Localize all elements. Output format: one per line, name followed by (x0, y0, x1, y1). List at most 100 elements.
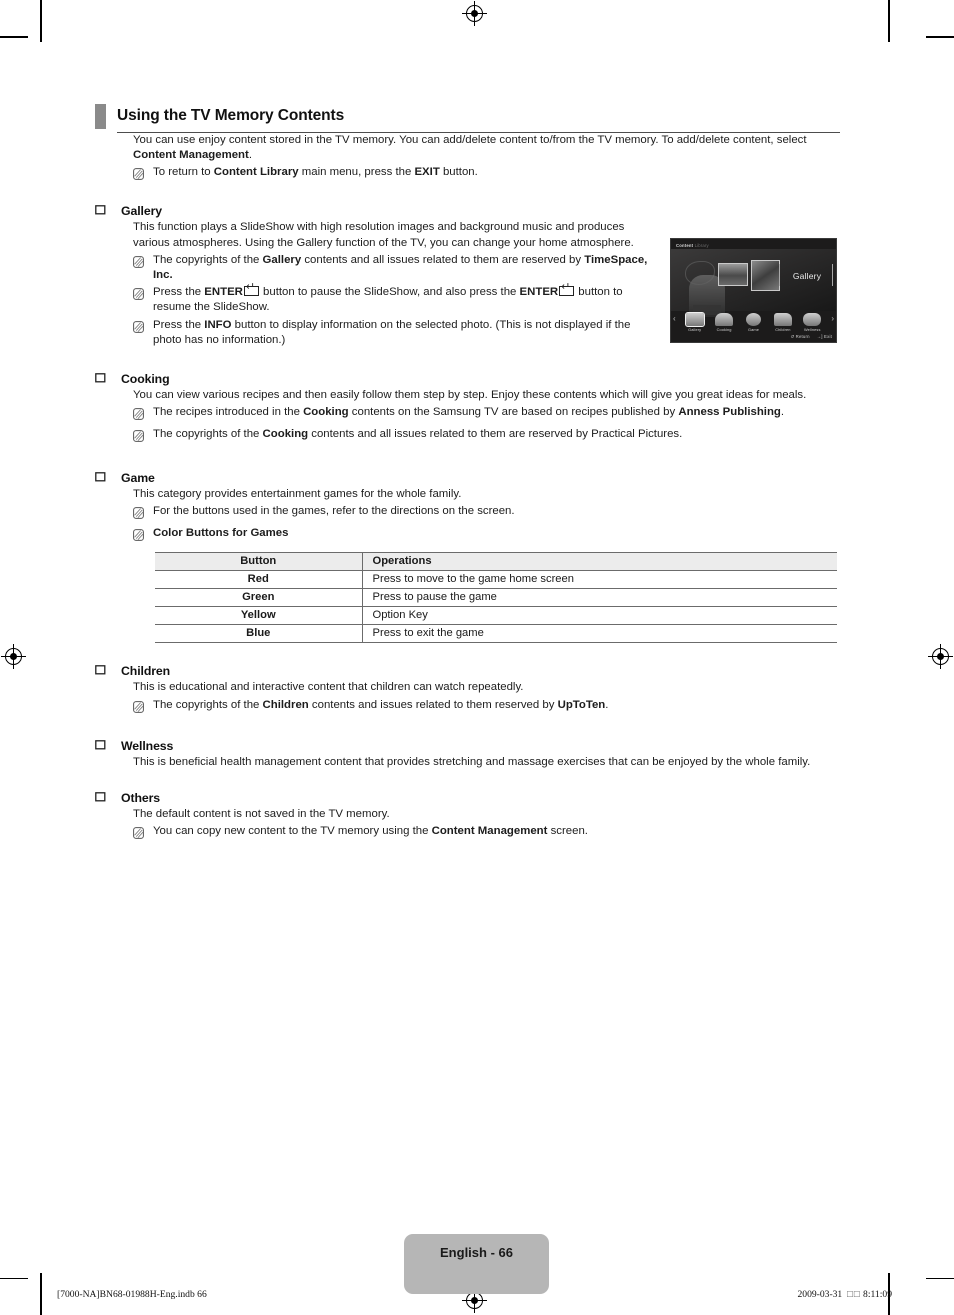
intro-text-after: . (248, 149, 252, 162)
intro-bold-term: Content Management (133, 149, 249, 162)
intro-paragraph: You can use enjoy content stored in the … (133, 133, 840, 163)
gallery-note3-a: Press the (153, 318, 205, 331)
gallery-note1-a: The copyrights of the (153, 253, 263, 266)
game-body: This category provides entertainment gam… (133, 488, 462, 501)
gallery-note-1: The copyrights of the Gallery contents a… (133, 253, 657, 283)
intro-text-before: You can use enjoy content stored in the … (133, 134, 807, 146)
children-note1-b2: UpToTen (557, 698, 606, 711)
table-cell-operation: Option Key (362, 606, 837, 626)
square-bullet-icon (95, 737, 121, 755)
cooking-note1-b1: Cooking (303, 406, 349, 419)
enter-key-icon (559, 282, 575, 297)
gallery-note-1-text: The copyrights of the Gallery contents a… (153, 253, 657, 283)
tv-menu-label: Gallery (688, 327, 702, 332)
tv-menu-item-gallery[interactable]: Gallery (682, 312, 708, 332)
cooking-note1-d: . (780, 406, 785, 419)
children-heading: Children (121, 664, 171, 679)
gallery-body: This function plays a SlideShow with hig… (133, 221, 634, 249)
intro-note: To return to Content Library main menu, … (133, 165, 840, 185)
gallery-icon (684, 312, 705, 327)
table-cell-button: Yellow (155, 606, 363, 626)
wellness-heading: Wellness (121, 738, 174, 753)
others-note-1: You can copy new content to the TV memor… (133, 824, 840, 844)
table-cell-operation: Press to exit the game (362, 624, 837, 644)
wellness-icon (803, 313, 822, 326)
tv-picture-frame-1 (718, 263, 748, 286)
children-note1-d: . (605, 698, 609, 711)
square-bullet-icon (95, 469, 121, 487)
tv-header-light: Library (693, 243, 709, 248)
note-icon (133, 405, 153, 425)
children-body: This is educational and interactive cont… (133, 681, 524, 694)
gallery-note2-b2: ENTER (519, 286, 559, 299)
tv-menu-item-cooking[interactable]: Cooking (711, 313, 737, 332)
intro-note-text: To return to Content Library main menu, … (153, 165, 478, 180)
square-bullet-icon (95, 662, 121, 680)
others-note1-b1: Content Management (431, 825, 548, 838)
tv-menu-label: Children (775, 327, 791, 332)
gallery-note2-a: Press the (153, 286, 205, 299)
children-note1-a: The copyrights of the (153, 698, 263, 711)
tv-menu-item-game[interactable]: Game (740, 313, 766, 332)
gallery-note-2-text: Press the ENTER button to pause the Slid… (153, 282, 657, 315)
tv-exit-hint[interactable]: →] Exit (817, 334, 832, 339)
table-cell-operation: Press to pause the game (362, 588, 837, 608)
gallery-note1-c: contents and all issues related to them … (301, 253, 585, 266)
others-note-1-text: You can copy new content to the TV memor… (153, 824, 588, 839)
color-buttons-table: Button Operations Red Press to move to t… (155, 552, 837, 644)
tv-menu-label: Wellness (803, 327, 821, 332)
gallery-note2-c: button to pause the SlideShow, and also … (259, 286, 520, 299)
tv-menu-item-children[interactable]: Children (770, 313, 796, 332)
cooking-icon (715, 313, 734, 326)
game-heading: Game (121, 471, 155, 486)
table-row: Blue Press to exit the game (155, 624, 837, 644)
note-icon (133, 427, 153, 447)
page-number-badge: English - 66 (404, 1234, 549, 1294)
footer-file-reference: [7000-NA]BN68-01988H-Eng.indb 66 (57, 1289, 207, 1300)
page-number-label: English - 66 (440, 1245, 513, 1260)
table-header-button: Button (155, 552, 363, 572)
tv-stage: Gallery (671, 249, 836, 317)
table-cell-button: Red (155, 570, 363, 590)
children-note1-c: contents and issues related to them rese… (308, 698, 558, 711)
cooking-note-2: The copyrights of the Cooking contents a… (133, 427, 840, 447)
game-icon (745, 313, 761, 326)
tv-menu-label: Game (747, 327, 759, 332)
section-heading-game: Game (95, 469, 840, 487)
table-cell-button: Green (155, 588, 363, 608)
gallery-note2-b1: ENTER (204, 286, 243, 299)
tv-menu-item-wellness[interactable]: Wellness (799, 313, 825, 332)
section-heading-cooking: Cooking (95, 370, 840, 388)
children-block: This is educational and interactive cont… (133, 680, 840, 717)
cooking-note-2-text: The copyrights of the Cooking contents a… (153, 427, 682, 442)
cooking-note2-a: The copyrights of the (153, 428, 263, 441)
note-icon (133, 165, 153, 185)
square-bullet-icon (95, 370, 121, 388)
cooking-note2-b1: Cooking (262, 428, 309, 441)
tv-return-hint[interactable]: ↺ Return (790, 334, 809, 339)
others-block: The default content is not saved in the … (133, 807, 840, 844)
others-heading: Others (121, 790, 161, 805)
footer-unknown-glyphs: □□ (847, 1289, 861, 1300)
children-note-1-text: The copyrights of the Children contents … (153, 698, 608, 713)
table-cell-button: Blue (155, 624, 363, 644)
manual-page: Using the TV Memory Contents You can use… (0, 0, 954, 1315)
note-icon (133, 504, 153, 524)
gallery-note1-b1: Gallery (262, 253, 302, 266)
table-header-row: Button Operations (155, 552, 837, 572)
tv-category-menu: Gallery Cooking Game Children Wellness (671, 311, 836, 334)
note-icon (133, 318, 153, 338)
note-icon (133, 285, 153, 305)
intro-block: You can use enjoy content stored in the … (133, 133, 840, 185)
gallery-heading: Gallery (121, 204, 163, 219)
tv-footer-hints: ↺ Return →] Exit (783, 334, 832, 340)
game-note-2-text: Color Buttons for Games (153, 526, 288, 541)
others-body: The default content is not saved in the … (133, 807, 390, 820)
tv-content-library-label: Content Library (676, 243, 709, 248)
cooking-heading: Cooking (121, 372, 170, 387)
intro-note-a: To return to (153, 166, 214, 179)
note-icon (133, 526, 153, 546)
game-note-2: Color Buttons for Games (133, 526, 840, 546)
note-icon (133, 698, 153, 718)
section-heading-gallery: Gallery (95, 202, 840, 220)
